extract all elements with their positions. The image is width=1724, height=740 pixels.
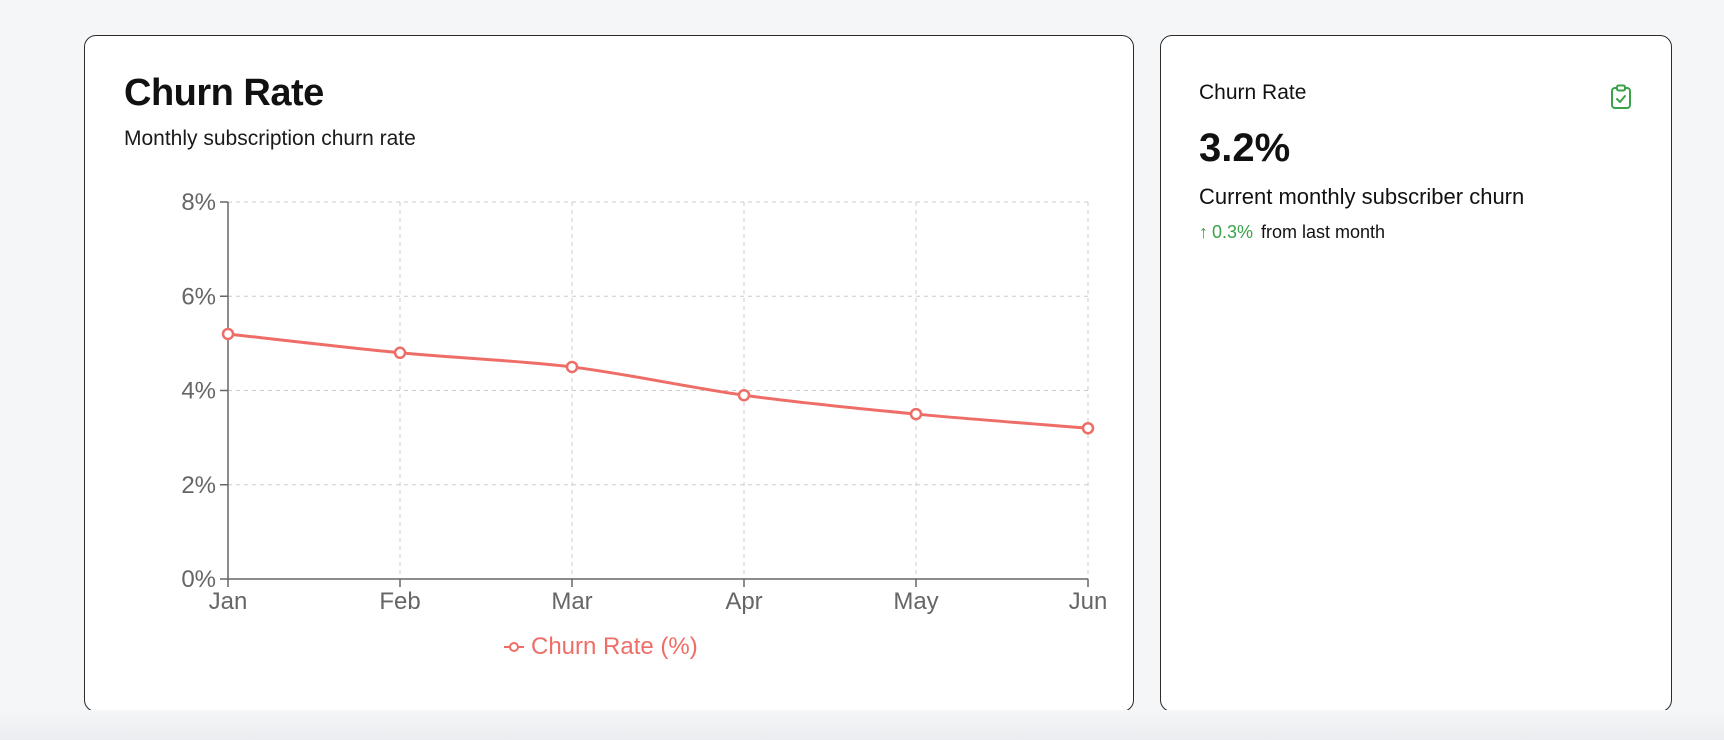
chart-card: Churn Rate Monthly subscription churn ra… [84, 35, 1134, 712]
chart-series [221, 327, 1095, 435]
x-tick-label: Feb [379, 588, 420, 615]
x-tick-label: Jan [209, 588, 248, 615]
x-tick-label: May [893, 588, 938, 615]
chart-grid [228, 201, 1089, 579]
data-point [393, 346, 407, 360]
kpi-change-text: from last month [1261, 222, 1386, 242]
y-tick-label: 8% [181, 189, 216, 216]
kpi-card: Churn Rate 3.2% Current monthly subscrib… [1160, 35, 1672, 712]
kpi-label: Churn Rate [1199, 81, 1307, 104]
clipboard-check-icon [1611, 84, 1631, 109]
chart-axes [220, 201, 1089, 587]
kpi-change-delta: ↑ 0.3% [1199, 222, 1253, 243]
data-point [909, 407, 923, 421]
chart-tick-labels: 0%2%4%6%8%Jan Feb Mar Apr May Jun [181, 189, 1107, 615]
kpi-change-value: 0.3% [1212, 222, 1254, 242]
series-line [227, 332, 1089, 430]
x-tick-label: Mar [551, 588, 592, 615]
data-point [565, 360, 579, 374]
legend-label: Churn Rate (%) [531, 633, 698, 660]
x-tick-label: Jun [1069, 588, 1108, 615]
y-tick-label: 6% [181, 283, 216, 310]
data-point [1081, 421, 1095, 435]
x-tick-label: Apr [725, 588, 762, 615]
line-chart: 0%2%4%6%8%Jan Feb Mar Apr May Jun [181, 189, 1107, 615]
legend-marker-icon [504, 642, 524, 652]
data-point [737, 388, 751, 402]
kpi-change: ↑ 0.3% from last month [1199, 222, 1385, 243]
kpi-description: Current monthly subscriber churn [1199, 184, 1525, 209]
chart-legend[interactable]: Churn Rate (%) [503, 633, 698, 661]
kpi-value: 3.2% [1199, 126, 1291, 170]
y-tick-label: 4% [181, 378, 216, 405]
y-tick-label: 2% [181, 472, 216, 499]
arrow-up-icon: ↑ [1199, 222, 1208, 242]
data-point [221, 327, 235, 341]
page-footer-fade [0, 710, 1724, 740]
